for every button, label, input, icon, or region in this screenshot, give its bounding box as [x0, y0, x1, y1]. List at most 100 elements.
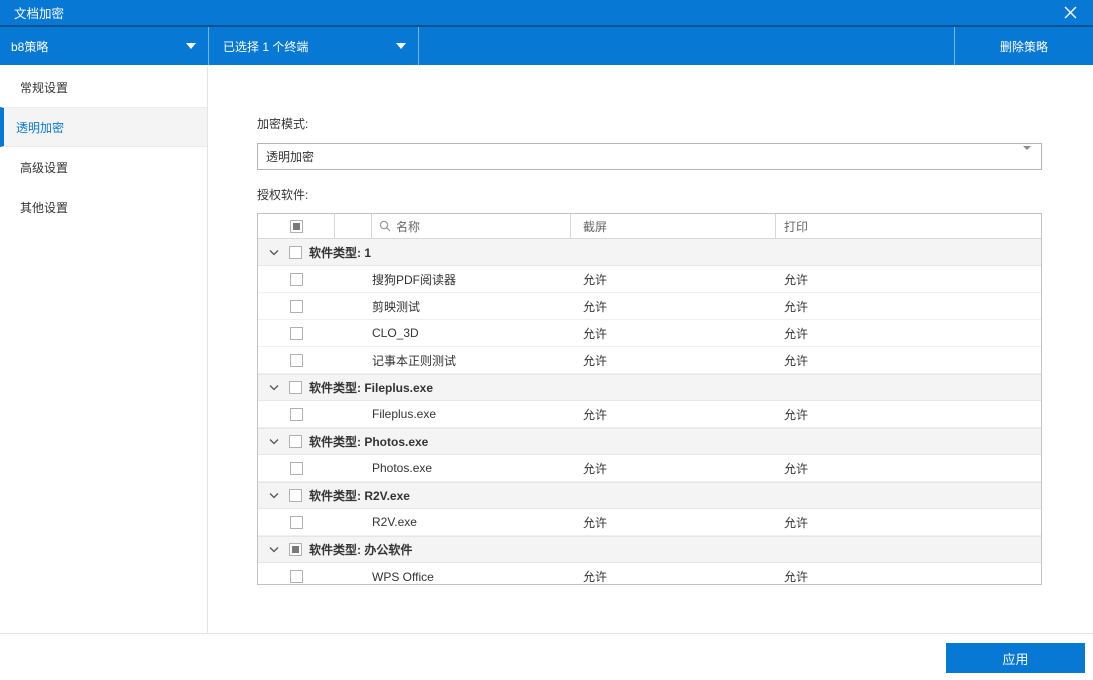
row-print: 允许: [784, 570, 809, 584]
row-screenshot: 允许: [583, 272, 608, 287]
table-row[interactable]: 搜狗PDF阅读器 允许 允许: [258, 266, 1041, 293]
row-print: 允许: [784, 461, 809, 476]
sidebar-item-label: 高级设置: [20, 160, 69, 175]
encryption-mode-label: 加密模式:: [257, 117, 309, 131]
apply-button[interactable]: 应用: [946, 643, 1085, 673]
row-screenshot: 允许: [583, 461, 608, 476]
header-cell-name[interactable]: 名称: [372, 214, 571, 238]
chevron-expand-icon[interactable]: [269, 249, 279, 256]
sidebar-item-label: 常规设置: [20, 80, 69, 95]
chevron-expand-icon[interactable]: [269, 492, 279, 499]
group-header[interactable]: 软件类型: Fileplus.exe: [258, 374, 1041, 401]
row-screenshot: 允许: [583, 407, 608, 422]
chevron-expand-icon[interactable]: [269, 438, 279, 445]
toolbar: b8策略 已选择 1 个终端 删除策略: [0, 27, 1093, 65]
row-name: CLO_3D: [372, 326, 419, 340]
table-row[interactable]: R2V.exe 允许 允许: [258, 509, 1041, 536]
search-icon: [379, 220, 391, 232]
row-name: 剪映测试: [372, 299, 421, 314]
title-bar: 文档加密: [0, 0, 1093, 27]
group-checkbox[interactable]: [289, 245, 302, 259]
authorized-software-table: 名称 截屏 打印 软件类型: 1 搜狗PDF阅读器 允许 允许 剪映测试 允许 …: [257, 213, 1042, 585]
main-area: 常规设置 透明加密 高级设置 其他设置 加密模式: 透明加密 授权软件: 名称 …: [0, 67, 1093, 633]
row-name: 记事本正则测试: [372, 353, 457, 368]
row-print: 允许: [784, 326, 809, 341]
group-checkbox[interactable]: [289, 489, 302, 502]
terminal-dropdown-value: 已选择 1 个终端: [223, 39, 309, 54]
delete-policy-button[interactable]: 删除策略: [954, 27, 1093, 65]
row-screenshot: 允许: [583, 353, 608, 368]
row-screenshot: 允许: [583, 299, 608, 314]
group-header[interactable]: 软件类型: Photos.exe: [258, 428, 1041, 455]
row-checkbox[interactable]: [290, 272, 303, 286]
row-checkbox[interactable]: [290, 407, 303, 421]
table-row[interactable]: Fileplus.exe 允许 允许: [258, 401, 1041, 428]
policy-dropdown-value: b8策略: [11, 39, 49, 54]
sidebar-item-general-settings[interactable]: 常规设置: [0, 67, 207, 107]
row-name: Photos.exe: [372, 461, 433, 475]
footer-bar: 应用: [0, 633, 1093, 680]
group-label: 软件类型: R2V.exe: [309, 489, 410, 503]
group-header[interactable]: 软件类型: 1: [258, 239, 1041, 266]
chevron-expand-icon[interactable]: [269, 546, 279, 553]
sidebar-item-advanced-settings[interactable]: 高级设置: [0, 147, 207, 187]
window-title: 文档加密: [14, 7, 65, 21]
header-cell-print[interactable]: 打印: [776, 214, 1041, 238]
close-icon-glyph: [1064, 6, 1076, 19]
row-name: Fileplus.exe: [372, 407, 437, 421]
row-print: 允许: [784, 353, 809, 368]
table-row[interactable]: 记事本正则测试 允许 允许: [258, 347, 1041, 374]
row-name: WPS Office: [372, 569, 434, 584]
row-screenshot: 允许: [583, 326, 608, 341]
authorized-software-label: 授权软件:: [257, 188, 309, 202]
table-header-row: 名称 截屏 打印: [258, 214, 1041, 239]
group-label: 软件类型: Fileplus.exe: [309, 381, 434, 395]
header-name-label: 名称: [396, 219, 421, 234]
close-icon[interactable]: [1055, 1, 1085, 25]
row-print: 允许: [784, 515, 809, 530]
row-checkbox[interactable]: [290, 326, 303, 340]
table-row[interactable]: Photos.exe 允许 允许: [258, 455, 1041, 482]
group-label: 软件类型: 1: [309, 245, 372, 260]
group-label: 软件类型: Photos.exe: [309, 435, 429, 449]
row-print: 允许: [784, 272, 809, 287]
row-screenshot: 允许: [583, 570, 608, 584]
terminal-dropdown[interactable]: 已选择 1 个终端: [209, 27, 419, 65]
group-header[interactable]: 软件类型: R2V.exe: [258, 482, 1041, 509]
table-row[interactable]: WPS Office 允许 允许: [258, 563, 1041, 584]
header-cell-screenshot[interactable]: 截屏: [571, 214, 776, 238]
table-body: 软件类型: 1 搜狗PDF阅读器 允许 允许 剪映测试 允许 允许 CLO_3D…: [258, 239, 1041, 584]
row-print: 允许: [784, 299, 809, 314]
select-all-checkbox[interactable]: [289, 219, 303, 233]
sidebar-item-label: 透明加密: [16, 120, 65, 135]
encryption-mode-value: 透明加密: [266, 150, 315, 164]
delete-policy-label: 删除策略: [999, 39, 1048, 54]
chevron-down-icon: [396, 43, 406, 49]
sidebar: 常规设置 透明加密 高级设置 其他设置: [0, 67, 208, 633]
group-header[interactable]: 软件类型: 办公软件: [258, 536, 1041, 563]
header-print-label: 打印: [784, 219, 809, 234]
policy-dropdown[interactable]: b8策略: [0, 27, 209, 65]
row-name: 搜狗PDF阅读器: [372, 272, 457, 287]
combo-arrow-icon: [1023, 145, 1031, 164]
chevron-down-icon: [186, 43, 196, 49]
header-cell-expander: [335, 214, 372, 238]
sidebar-item-other-settings[interactable]: 其他设置: [0, 187, 207, 227]
group-checkbox[interactable]: [289, 543, 302, 556]
sidebar-item-transparent-encryption[interactable]: 透明加密: [0, 107, 207, 147]
table-row[interactable]: 剪映测试 允许 允许: [258, 293, 1041, 320]
chevron-expand-icon[interactable]: [269, 384, 279, 391]
row-checkbox[interactable]: [290, 353, 303, 367]
group-checkbox[interactable]: [289, 381, 302, 394]
header-cell-select-all: [258, 214, 335, 238]
row-screenshot: 允许: [583, 515, 608, 530]
row-checkbox[interactable]: [290, 299, 303, 313]
row-checkbox[interactable]: [290, 461, 303, 475]
row-checkbox[interactable]: [290, 570, 303, 583]
encryption-mode-select[interactable]: 透明加密: [257, 143, 1042, 170]
table-row[interactable]: CLO_3D 允许 允许: [258, 320, 1041, 347]
row-checkbox[interactable]: [290, 515, 303, 529]
group-checkbox[interactable]: [289, 435, 302, 448]
group-label: 软件类型: 办公软件: [309, 543, 413, 557]
